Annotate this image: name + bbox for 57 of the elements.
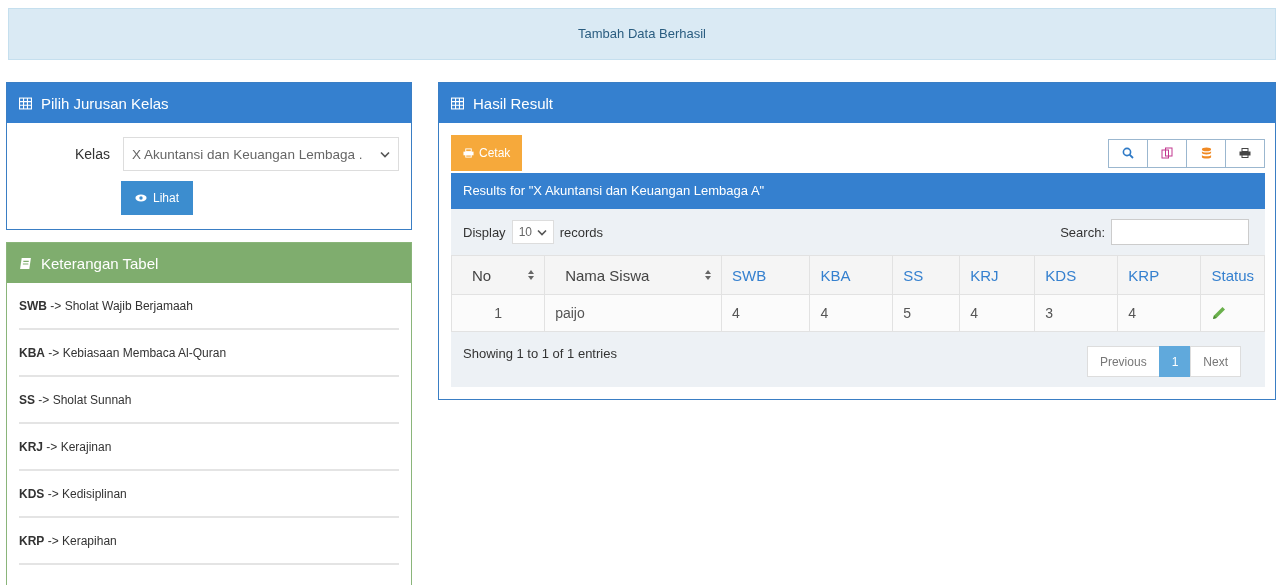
- legend-text: SS -> Sholat Sunnah: [19, 393, 132, 407]
- records-label: records: [559, 224, 603, 240]
- table-icon: [451, 96, 464, 110]
- chevron-down-icon: [380, 150, 390, 158]
- search-icon: [1122, 147, 1134, 159]
- database-icon: [1200, 146, 1212, 160]
- table-cell: 4: [721, 294, 810, 332]
- column-header-link[interactable]: Status: [1200, 255, 1265, 295]
- search-button[interactable]: [1108, 138, 1148, 168]
- legend-text: KRP -> Kerapihan: [19, 534, 117, 548]
- column-header-link[interactable]: SWB: [721, 255, 810, 295]
- panel-title: Hasil Result: [473, 94, 554, 112]
- sort-icon: [528, 270, 535, 280]
- column-header[interactable]: No: [451, 255, 545, 295]
- legend-text: SWB -> Sholat Wajib Berjamaah: [19, 299, 193, 313]
- print-button[interactable]: Cetak: [451, 135, 523, 171]
- eye-icon: [135, 194, 147, 202]
- search-field[interactable]: [1111, 219, 1249, 245]
- panel-title: Keterangan Tabel: [41, 254, 159, 272]
- legend-text: KRJ -> Kerajinan: [19, 440, 112, 454]
- printer-icon: [463, 148, 474, 158]
- results-heading: Results for "X Akuntansi dan Keuangan Lembaga A": [451, 173, 1265, 209]
- table-cell: 4: [1117, 294, 1201, 332]
- column-header[interactable]: Nama Siswa: [544, 255, 722, 295]
- page-size-select[interactable]: 10: [511, 220, 554, 244]
- search-label: Search:: [1060, 224, 1105, 240]
- sort-icon: [705, 270, 712, 280]
- class-select[interactable]: X Akuntansi dan Keuangan Lembaga .: [123, 137, 399, 171]
- field-label: Kelas: [73, 146, 111, 162]
- pagination-button[interactable]: Next: [1190, 346, 1241, 377]
- table-cell: 4: [959, 294, 1035, 332]
- column-header-link[interactable]: KBA: [809, 255, 893, 295]
- table-icon: [19, 96, 32, 110]
- copy-button[interactable]: [1147, 138, 1187, 168]
- column-header-link[interactable]: KRJ: [959, 255, 1035, 295]
- column-header-link[interactable]: KRP: [1117, 255, 1201, 295]
- column-header-link[interactable]: KDS: [1034, 255, 1118, 295]
- table-cell: paijo: [544, 294, 722, 332]
- book-icon: [19, 256, 32, 270]
- success-alert: Tambah Data Berhasil: [8, 8, 1276, 60]
- table-cell: 1: [451, 294, 545, 332]
- printer-icon: [1239, 148, 1251, 158]
- table-cell: 3: [1034, 294, 1118, 332]
- table-cell: 5: [892, 294, 960, 332]
- legend-text: KDS -> Kedisiplinan: [19, 487, 127, 501]
- pagination-button[interactable]: Previous: [1086, 346, 1160, 377]
- entries-info: Showing 1 to 1 of 1 entries: [463, 346, 617, 361]
- table-cell: 4: [809, 294, 893, 332]
- view-button[interactable]: Lihat: [121, 181, 194, 215]
- pencil-icon[interactable]: [1211, 305, 1228, 321]
- display-label: Display: [463, 224, 506, 240]
- column-header-link[interactable]: SS: [892, 255, 960, 295]
- legend-text: KBA -> Kebiasaan Membaca Al-Quran: [19, 346, 227, 360]
- print-button[interactable]: [1225, 138, 1265, 168]
- chevron-down-icon: [536, 228, 547, 236]
- copy-icon: [1161, 147, 1173, 159]
- panel-title: Pilih Jurusan Kelas: [41, 94, 169, 112]
